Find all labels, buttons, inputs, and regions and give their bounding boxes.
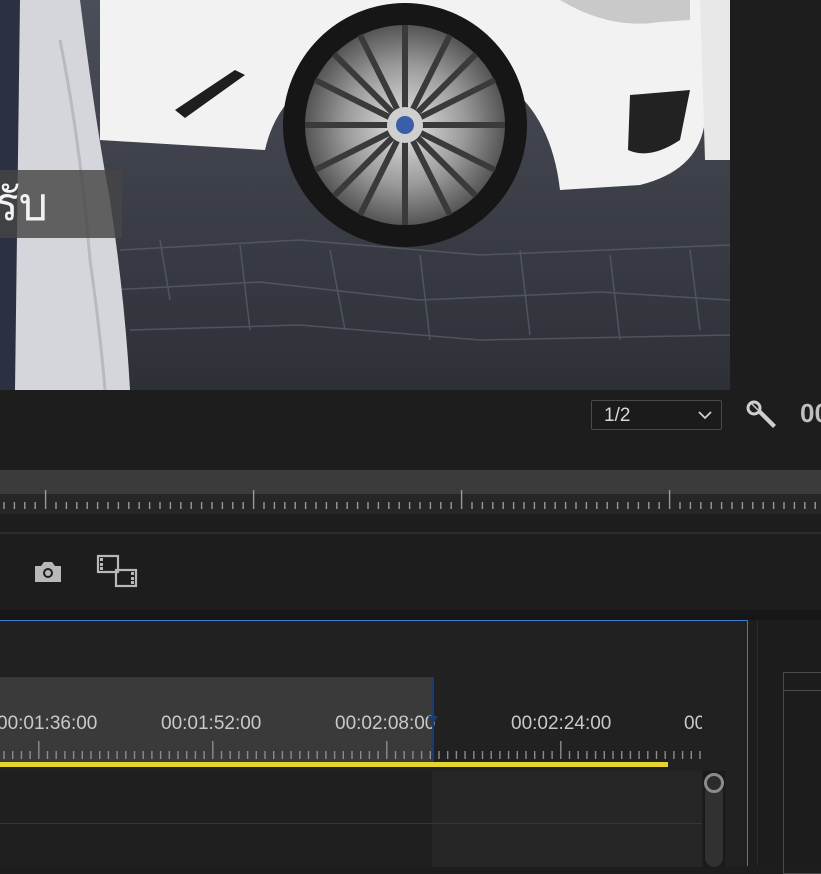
work-area-bar[interactable] [0,762,668,767]
program-monitor-video: รับ [0,0,730,390]
vertical-scrollbar[interactable] [703,771,725,867]
monitor-side-panel [730,0,821,390]
right-side-panel [757,620,821,874]
monitor-time-ruler[interactable] [0,470,821,514]
panel-frame-line [783,690,821,691]
panel-divider [0,532,821,534]
scrollbar-track[interactable] [705,783,723,867]
track-divider [0,823,702,824]
zoom-level-value: 1/2 [604,405,631,426]
timeline-ruler[interactable]: 00:01:36:00 00:01:52:00 00:02:08:00 00:0… [0,677,702,763]
track-area[interactable] [0,771,702,867]
scrollbar-handle[interactable] [704,773,724,793]
wrench-icon[interactable] [746,400,778,430]
compare-icon[interactable] [96,554,138,588]
panel-separator [0,610,821,620]
monitor-ruler-gap [0,446,821,470]
chevron-down-icon [698,411,712,420]
subtitle-caption: รับ [0,170,122,238]
playhead-marker-icon[interactable] [428,716,438,726]
timeline-ruler-ticks [3,741,701,759]
playhead-timecode[interactable]: 00 [800,398,821,429]
camera-icon[interactable] [32,558,64,586]
zoom-level-dropdown[interactable]: 1/2 [591,400,722,430]
timeline-panel[interactable]: 00:01:36:00 00:01:52:00 00:02:08:00 00:0… [0,620,748,867]
monitor-ruler-ticks [3,490,816,509]
track-shade [432,771,702,867]
panel-frame [783,672,821,874]
timeline-header [0,621,747,677]
